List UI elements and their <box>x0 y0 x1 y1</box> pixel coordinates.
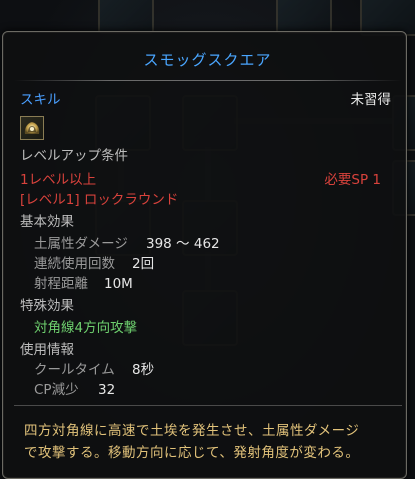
basic-effect-header: 基本効果 <box>20 214 74 230</box>
stat-value: 398 ～ 462 <box>146 236 220 252</box>
stat-value: 2回 <box>132 256 155 272</box>
description-line: 四方対角線に高速で土埃を発生させ、土属性ダメージ <box>24 423 360 439</box>
category-label: スキル <box>20 92 61 108</box>
learn-status: 未習得 <box>350 92 392 108</box>
description-divider <box>14 405 402 406</box>
stat-label: クールタイム <box>34 362 115 378</box>
stat-value: 10M <box>104 276 133 292</box>
skill-description: 四方対角線に高速で土埃を発生させ、土属性ダメージ で攻撃する。移動方向に応じて、… <box>24 420 394 464</box>
background-skill-slot[interactable] <box>276 0 332 34</box>
usage-info-header: 使用情報 <box>20 342 74 358</box>
levelup-header: レベルアップ条件 <box>20 148 128 164</box>
description-line: で攻撃する。移動方向に応じて、発射角度が変わる。 <box>24 445 360 461</box>
stat-value: 32 <box>98 382 116 398</box>
stat-label: 土属性ダメージ <box>34 236 128 252</box>
special-effect-value: 対角線4方向攻撃 <box>34 320 138 336</box>
required-level: 1レベル以上 <box>20 172 97 188</box>
stat-label: 連続使用回数 <box>34 256 115 272</box>
stat-label: CP減少 <box>34 382 79 398</box>
special-effect-header: 特殊効果 <box>20 298 74 314</box>
background-skill-slot[interactable] <box>98 0 154 34</box>
stat-value: 8秒 <box>132 362 155 378</box>
required-sp: 必要SP 1 <box>324 172 381 188</box>
stat-label: 射程距離 <box>34 276 88 292</box>
skill-title: スモッグスクエア <box>143 51 272 69</box>
smog-square-skill-icon <box>20 116 44 140</box>
skill-tooltip-panel <box>2 31 407 479</box>
required-skill: [レベル1] ロックラウンド <box>20 192 179 208</box>
title-divider <box>14 80 402 81</box>
